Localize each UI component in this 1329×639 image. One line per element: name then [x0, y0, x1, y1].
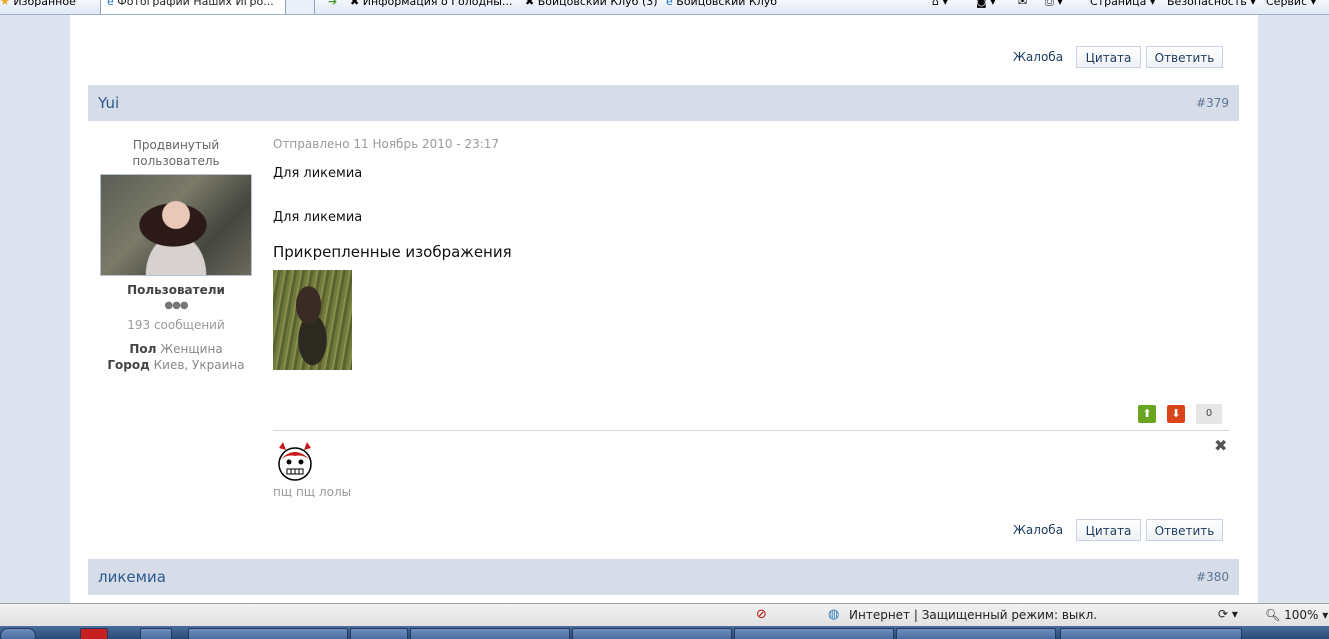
post-text-1: Для ликемиа: [273, 166, 363, 181]
city-row: Город Киев, Украина: [100, 358, 252, 372]
taskbar-window-2[interactable]: [350, 628, 408, 639]
quote-button-top[interactable]: Цитата: [1076, 46, 1141, 68]
avatar[interactable]: [100, 174, 252, 276]
city-label: Город: [107, 358, 150, 372]
arrow-up-icon: ⬆: [1142, 407, 1152, 420]
favorites-button[interactable]: ★ Избранное: [0, 0, 76, 8]
taskbar-window-7[interactable]: [1060, 628, 1242, 639]
home-icon[interactable]: ⌂ ▾: [932, 0, 948, 8]
post-date: Отправлено 11 Ноябрь 2010 - 23:17: [273, 137, 500, 151]
post-author[interactable]: Yui: [98, 85, 119, 121]
attached-image-thumbnail[interactable]: [273, 270, 352, 370]
complaint-link[interactable]: Жалоба: [1013, 519, 1063, 541]
status-bar: ⊘ ◍ Интернет | Защищенный режим: выкл. ⟳…: [0, 603, 1329, 626]
signature-text: пщ пщ лолы: [273, 485, 352, 499]
next-post-header: ликемиа #380: [88, 559, 1239, 595]
zone-text: Интернет | Защищенный режим: выкл.: [849, 608, 1098, 622]
browser-toolbar: ★ Избранное e Фотографии Наших Игро... ➔…: [0, 0, 1329, 15]
complaint-link-top[interactable]: Жалоба: [1013, 46, 1063, 68]
close-signature-icon[interactable]: ✖: [1214, 436, 1227, 455]
taskbar-icon-opera[interactable]: [80, 628, 108, 639]
security-menu[interactable]: Безопасность ▾: [1167, 0, 1256, 8]
gender-label: Пол: [129, 342, 157, 356]
next-post-author[interactable]: ликемиа: [98, 559, 166, 595]
next-post-number[interactable]: #380: [1196, 559, 1229, 595]
site-icon: ✖: [350, 0, 360, 8]
gender-value: Женщина: [160, 342, 223, 356]
taskbar-window-4[interactable]: [572, 628, 732, 639]
mail-icon[interactable]: ✉: [1018, 0, 1027, 8]
user-rank: Продвинутый пользователь: [132, 138, 220, 168]
post-text-2: Для ликемиа: [273, 210, 363, 225]
zoom-control[interactable]: 🔍︎ 100% ▾: [1265, 608, 1328, 622]
globe-icon: ◍: [828, 607, 840, 622]
popup-blocked-icon[interactable]: ⊘: [756, 607, 767, 622]
new-tab-button[interactable]: [285, 0, 315, 14]
ie-icon: e: [107, 0, 114, 8]
link-add-icon[interactable]: ➔: [328, 0, 337, 8]
reply-button[interactable]: Ответить: [1146, 519, 1223, 541]
start-button[interactable]: [0, 628, 36, 639]
rank-pips: ●●●: [164, 300, 188, 311]
link-fight-club-3[interactable]: ✖ Бойцовский Клуб (3): [525, 0, 658, 8]
vote-down-button[interactable]: ⬇: [1167, 405, 1185, 423]
post-number[interactable]: #379: [1196, 85, 1229, 121]
post-header: Yui #379: [88, 85, 1239, 121]
taskbar-window-6[interactable]: [896, 628, 1056, 639]
protected-mode-icon[interactable]: ⟳ ▾: [1218, 607, 1238, 621]
page-menu[interactable]: Страница ▾: [1090, 0, 1155, 8]
link-fight-club[interactable]: e Бойцовский Клуб: [666, 0, 777, 8]
link-hunger-games[interactable]: ✖ Информация о Голодны...: [350, 0, 512, 8]
quote-button[interactable]: Цитата: [1076, 519, 1141, 541]
reply-button-top[interactable]: Ответить: [1146, 46, 1223, 68]
site-icon: ✖: [525, 0, 535, 8]
print-icon[interactable]: ⎙ ▾: [1045, 0, 1063, 9]
city-value: Киев, Украина: [153, 358, 245, 372]
signature-separator: [273, 430, 1229, 431]
taskbar-window-1[interactable]: [188, 628, 348, 639]
taskbar-window-3[interactable]: [410, 628, 570, 639]
rating-value: 0: [1196, 404, 1222, 424]
rss-icon[interactable]: ◙ ▾: [976, 0, 996, 8]
ie-icon: e: [666, 0, 673, 8]
taskbar-window-5[interactable]: [734, 628, 894, 639]
tab-active[interactable]: e Фотографии Наших Игро...: [100, 0, 286, 14]
attachments-title: Прикрепленные изображения: [273, 243, 512, 261]
service-menu[interactable]: Сервис ▾: [1266, 0, 1316, 8]
taskbar: [0, 626, 1329, 639]
zoom-icon: 🔍︎: [1265, 608, 1281, 622]
posts-count: 193 сообщений: [127, 318, 225, 332]
devil-smiley-icon: [278, 442, 312, 481]
taskbar-icon-folder[interactable]: [140, 628, 172, 639]
user-group: Пользователи: [127, 283, 225, 297]
star-icon: ★: [0, 0, 10, 8]
vote-up-button[interactable]: ⬆: [1138, 405, 1156, 423]
right-margin: [1258, 15, 1329, 603]
arrow-down-icon: ⬇: [1171, 407, 1181, 420]
gender-row: Пол Женщина: [100, 342, 252, 356]
